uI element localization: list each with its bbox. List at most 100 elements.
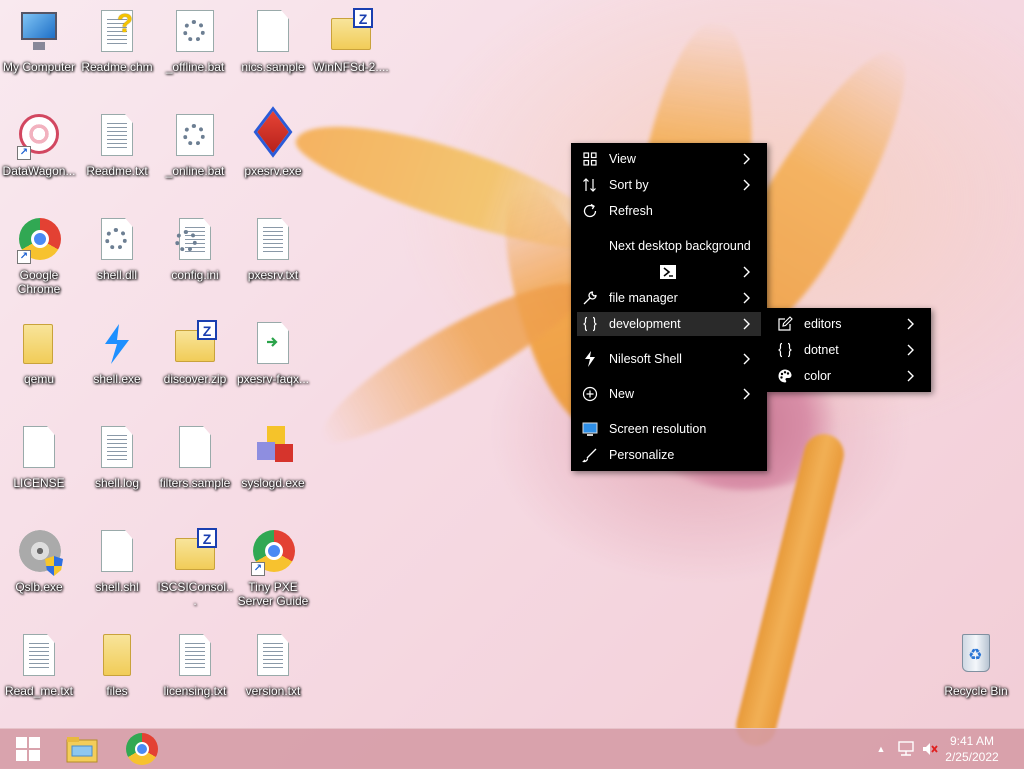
text-file-icon [101, 114, 133, 156]
menu-item-label: Nilesoft Shell [609, 352, 682, 366]
taskbar-file-explorer[interactable] [54, 729, 110, 769]
desktop-icon-label: pxesrv.exe [244, 164, 302, 178]
desktop-icon-shell-dll[interactable]: shell.dll [78, 216, 156, 282]
menu-item-refresh[interactable]: Refresh [577, 199, 761, 223]
desktop-icon-offline-bat[interactable]: _offline.bat [156, 8, 234, 74]
terminal-icon [659, 264, 677, 280]
chrome-icon [126, 733, 158, 765]
desktop-icon-license[interactable]: LICENSE [0, 424, 78, 490]
chevron-right-icon [903, 315, 917, 333]
desktop-icon-pxesrv-exe[interactable]: pxesrv.exe [234, 106, 312, 178]
desktop-icon-shell-shl[interactable]: shell.shl [78, 528, 156, 594]
brush-icon [581, 446, 599, 464]
text-file-icon [101, 426, 133, 468]
desktop-icon-label: Tiny PXE Server Guide [237, 580, 309, 608]
shortcut-arrow-icon: ↗ [17, 250, 31, 264]
desktop-icon-google-chrome[interactable]: ↗ Google Chrome [0, 216, 78, 296]
desktop-icon-label: Google Chrome [17, 268, 61, 296]
taskbar-chrome[interactable] [114, 729, 170, 769]
menu-item-label: View [609, 152, 636, 166]
wrench-icon [581, 289, 599, 307]
tray-network[interactable] [896, 729, 916, 769]
nilesoft-shell-icon [105, 324, 129, 364]
desktop-icon-label: nics.sample [241, 60, 305, 74]
folder-icon [23, 324, 53, 364]
menu-item-file-manager[interactable]: file manager [577, 286, 761, 310]
menu-item-personalize[interactable]: Personalize [577, 443, 761, 467]
edit-icon [776, 315, 794, 333]
gear-icon [183, 20, 205, 42]
refresh-icon [581, 202, 599, 220]
desktop-icon-readme-chm[interactable]: ? Readme.chm [78, 8, 156, 74]
tray-show-hidden-icons[interactable]: ▲ [872, 729, 890, 769]
desktop-icon-datawagon[interactable]: ↗ DataWagon... [0, 112, 78, 178]
desktop-icon-label: _online.bat [165, 164, 225, 178]
desktop-icon-licensing-txt[interactable]: licensing.txt [156, 632, 234, 698]
chevron-right-icon [739, 350, 753, 368]
desktop-icon-shell-log[interactable]: shell.log [78, 424, 156, 490]
desktop-icon-label: Readme.txt [86, 164, 148, 178]
chevron-right-icon [739, 315, 753, 333]
menu-item-development[interactable]: development [577, 312, 761, 336]
desktop-icon-syslogd-exe[interactable]: syslogd.exe [234, 424, 312, 490]
menu-item-terminal[interactable] [577, 260, 761, 284]
menu-item-label: Screen resolution [609, 422, 707, 436]
chevron-right-icon [739, 150, 753, 168]
submenu-item-color[interactable]: color [772, 364, 925, 388]
desktop-icon-label: syslogd.exe [241, 476, 305, 490]
development-submenu: editors dotnet color [766, 308, 931, 392]
submenu-item-dotnet[interactable]: dotnet [772, 338, 925, 362]
desktop-icon-label: My Computer [2, 60, 76, 74]
desktop-icon-winnfsd[interactable]: Z WinNFSd-2.... [312, 8, 390, 74]
desktop-icon-label: pxesrv.txt [247, 268, 299, 282]
desktop-icon-my-computer[interactable]: My Computer [0, 8, 78, 74]
file-explorer-icon [66, 737, 98, 763]
file-icon [179, 426, 211, 468]
desktop-icon-shell-exe[interactable]: shell.exe [78, 320, 156, 386]
menu-item-view[interactable]: View [577, 147, 761, 171]
desktop-icon-filters-sample[interactable]: filters.sample [156, 424, 234, 490]
desktop-icon-qemu[interactable]: qemu [0, 320, 78, 386]
gear-icon [183, 124, 205, 146]
desktop-icon-pxesrv-faq[interactable]: pxesrv-faqx... [234, 320, 312, 386]
desktop-icon-label: Readme.chm [81, 60, 153, 74]
menu-item-label: New [609, 387, 635, 401]
text-file-icon [23, 634, 55, 676]
sort-icon [581, 176, 599, 194]
submenu-item-label: color [804, 369, 832, 383]
menu-item-screen-resolution[interactable]: Screen resolution [577, 417, 761, 441]
file-icon [101, 530, 133, 572]
start-button[interactable] [0, 729, 56, 769]
chevron-right-icon [739, 289, 753, 307]
menu-item-new[interactable]: New [577, 382, 761, 406]
desktop-icon-files[interactable]: files [78, 632, 156, 698]
chevron-right-icon [903, 367, 917, 385]
desktop-icon-label: shell.log [94, 476, 140, 490]
desktop-icon-iscsiconsole[interactable]: Z ISCSIConsol... [156, 528, 234, 608]
desktop-icon-recycle-bin[interactable]: Recycle Bin [937, 632, 1015, 698]
menu-item-next-desktop-background[interactable]: Next desktop background [577, 234, 761, 258]
desktop-icon-nics-sample[interactable]: nics.sample [234, 8, 312, 74]
desktop-icon-version-txt[interactable]: version.txt [234, 632, 312, 698]
desktop-icon-tiny-pxe-guide[interactable]: ↗ Tiny PXE Server Guide [234, 528, 312, 608]
desktop-icon-label: shell.exe [93, 372, 141, 386]
pxesrv-icon [253, 106, 293, 158]
taskbar-clock[interactable]: 9:41 AM 2/25/2022 [932, 733, 1012, 765]
menu-item-nilesoft-shell[interactable]: Nilesoft Shell [577, 347, 761, 371]
desktop-icon-online-bat[interactable]: _online.bat [156, 112, 234, 178]
desktop-icon-label: discover.zip [163, 372, 227, 386]
desktop-icon-qslb[interactable]: Qslb.exe [0, 528, 78, 594]
desktop-icon-readme-txt[interactable]: Readme.txt [78, 112, 156, 178]
desktop-icon-read-me-txt[interactable]: Read_me.txt [0, 632, 78, 698]
desktop-icon-config-ini[interactable]: config.ini [156, 216, 234, 282]
desktop-icon-discover-zip[interactable]: Z discover.zip [156, 320, 234, 386]
menu-item-label: Refresh [609, 204, 653, 218]
desktop-icon-label: shell.shl [95, 580, 139, 594]
grid-icon [581, 150, 599, 168]
desktop-context-menu: View Sort by Refresh Next desktop backgr… [571, 143, 767, 471]
desktop-icon-pxesrv-txt[interactable]: pxesrv.txt [234, 216, 312, 282]
menu-item-sort-by[interactable]: Sort by [577, 173, 761, 197]
submenu-item-editors[interactable]: editors [772, 312, 925, 336]
text-file-icon [257, 218, 289, 260]
desktop-icon-label: ISCSIConsol... [157, 580, 233, 608]
